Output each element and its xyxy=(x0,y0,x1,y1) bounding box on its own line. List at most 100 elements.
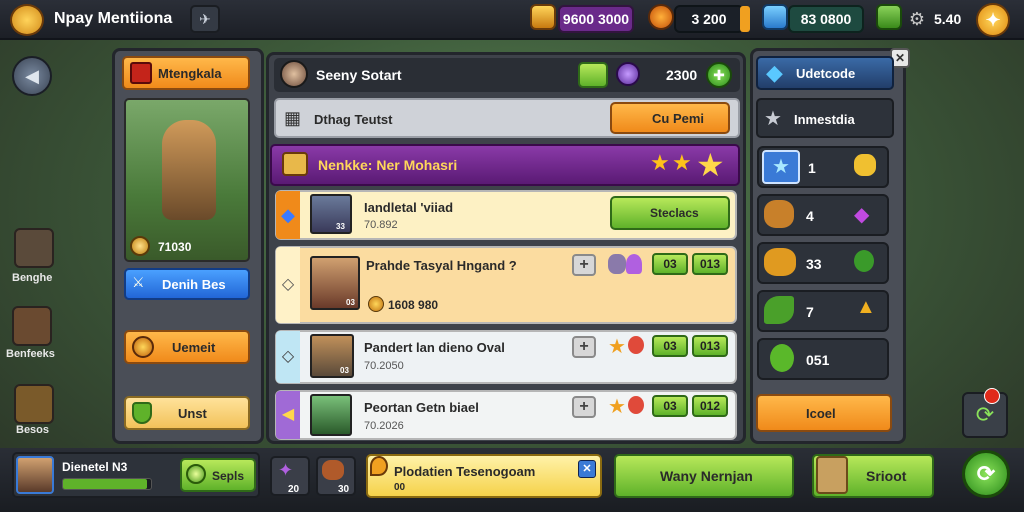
right-tile-value: 1 xyxy=(808,160,816,176)
gold-counter: 9600 3000 xyxy=(558,5,634,33)
sword-icon: ⚔ xyxy=(132,274,145,290)
player-boost-icon[interactable] xyxy=(578,62,608,88)
gem-counter: 83 0800 xyxy=(788,5,864,33)
row-title: Prahde Tasyal Hngand ? xyxy=(366,258,517,273)
coin-counter: 3 200 xyxy=(674,5,744,33)
sword-bottom-icon xyxy=(816,456,848,494)
row-arrow: ◇ xyxy=(276,247,300,323)
profile-icon[interactable] xyxy=(10,4,44,36)
slot-2-value: 30 xyxy=(338,484,350,495)
grid-icon[interactable]: ▦ xyxy=(284,108,304,128)
right-panel-button-label: Icoel xyxy=(806,406,836,421)
row-add-button[interactable]: + xyxy=(572,254,596,276)
bolt-icon: ▲ xyxy=(856,296,876,318)
row-portrait xyxy=(310,394,352,436)
row-right-badge: 013 xyxy=(692,253,728,275)
star-icon-2: ★ xyxy=(672,150,692,175)
row-arrow: ◇ xyxy=(276,331,300,383)
player-name: Seeny Sotart xyxy=(316,67,402,83)
row-mid-badge: 03 xyxy=(652,335,688,357)
game-title: Npay Mentiiona xyxy=(54,10,173,27)
right-tile-value: 33 xyxy=(806,256,822,272)
share-button[interactable]: ✈ xyxy=(190,5,220,33)
hero-figure xyxy=(162,120,216,220)
row-add-button[interactable]: + xyxy=(572,396,596,418)
featured-icon xyxy=(282,152,308,176)
featured-title: Nenkke: Ner Mohasri xyxy=(318,157,458,173)
hero-power: 71030 xyxy=(158,240,192,254)
add-currency-icon[interactable]: ✚ xyxy=(706,62,732,88)
gold-pile-icon xyxy=(764,248,796,276)
fist-icon xyxy=(854,154,876,176)
xp-bar-fill xyxy=(63,479,147,489)
slot-1-value: 20 xyxy=(288,484,300,495)
settings-icon[interactable]: ⚙ xyxy=(906,8,928,30)
slot-2-icon xyxy=(322,460,344,480)
quest-icon xyxy=(370,456,388,476)
ore-icon xyxy=(608,254,626,274)
gem-small-icon xyxy=(628,396,644,414)
row-title: Iandletal 'viiad xyxy=(364,200,454,215)
coin-small-icon xyxy=(368,296,384,312)
quest-title: Plodatien Tesenogoam xyxy=(394,464,536,479)
nav-weapon-icon[interactable] xyxy=(12,306,52,346)
right-header-text: Udetcode xyxy=(796,66,856,81)
row-sub: 70.2050 xyxy=(364,360,404,372)
row-arrow: ◀ xyxy=(276,391,300,439)
right-tile-value: 7 xyxy=(806,304,814,320)
quest-close-icon[interactable]: ✕ xyxy=(578,460,596,478)
row-add-button[interactable]: + xyxy=(572,336,596,358)
back-button[interactable]: ◀ xyxy=(12,56,52,96)
row-title: Pandert lan dieno Oval xyxy=(364,340,505,355)
xp-button-icon xyxy=(186,464,206,484)
player-avatar[interactable] xyxy=(280,60,308,88)
orb-icon xyxy=(616,62,640,86)
row-mid-badge: 03 xyxy=(652,395,688,417)
row-arrow: ◆ xyxy=(276,191,300,239)
row-level: 03 xyxy=(346,298,355,307)
unit-label: Unst xyxy=(178,406,207,421)
upgrade-label: Uemeit xyxy=(172,340,216,355)
power-icon xyxy=(130,236,150,256)
row-title: Peortan Getn biael xyxy=(364,400,479,415)
row-right-badge: 012 xyxy=(692,395,728,417)
chest-icon xyxy=(130,62,152,84)
herb-icon xyxy=(854,250,874,272)
bottom-button-2-label: Srioot xyxy=(866,468,907,484)
xp-button-label: Sepls xyxy=(212,469,245,483)
slot-1-icon: ✦ xyxy=(278,460,294,480)
notification-badge xyxy=(984,388,1000,404)
row-sub: 1608 980 xyxy=(388,298,439,312)
bottom-button-1-label: Wany Nernjan xyxy=(660,468,753,484)
row-level: 33 xyxy=(336,222,345,231)
row-right-badge: 013 xyxy=(692,335,728,357)
player-bottom-avatar xyxy=(16,456,54,494)
row-sub: 70.2026 xyxy=(364,420,404,432)
treasure-icon xyxy=(764,200,794,228)
nav-char-icon[interactable] xyxy=(14,228,54,268)
gem-icon xyxy=(762,4,788,30)
section-button-label: Cu Pemi xyxy=(652,111,705,126)
player-bottom-name: Dienetel N3 xyxy=(62,460,128,474)
upgrade-icon xyxy=(132,336,154,358)
star-icon-3: ★ xyxy=(696,147,725,183)
nav-label-3: Besos xyxy=(16,424,50,436)
right-tile-value: 4 xyxy=(806,208,814,224)
row-mid-badge: 03 xyxy=(652,253,688,275)
right-tile-value: 051 xyxy=(806,352,830,368)
coin-icon xyxy=(648,4,674,30)
gem-small-icon xyxy=(628,336,644,354)
row-sub: 70.892 xyxy=(364,219,398,231)
gem-small-icon xyxy=(626,254,642,274)
gold-icon xyxy=(530,4,556,30)
star-icon-1: ★ xyxy=(650,150,670,175)
token-counter: 5.40 xyxy=(934,11,962,27)
right-subheader-text: Inmestdia xyxy=(794,112,855,127)
nav-leaf-icon[interactable] xyxy=(14,384,54,424)
star-small-icon: ★ xyxy=(608,336,626,358)
shield-icon xyxy=(132,402,152,424)
row-level: 03 xyxy=(340,366,349,375)
plant-icon xyxy=(770,344,794,372)
add-currency-button[interactable]: ✦ xyxy=(976,3,1010,37)
refresh-button[interactable]: ⟳ xyxy=(962,450,1010,498)
